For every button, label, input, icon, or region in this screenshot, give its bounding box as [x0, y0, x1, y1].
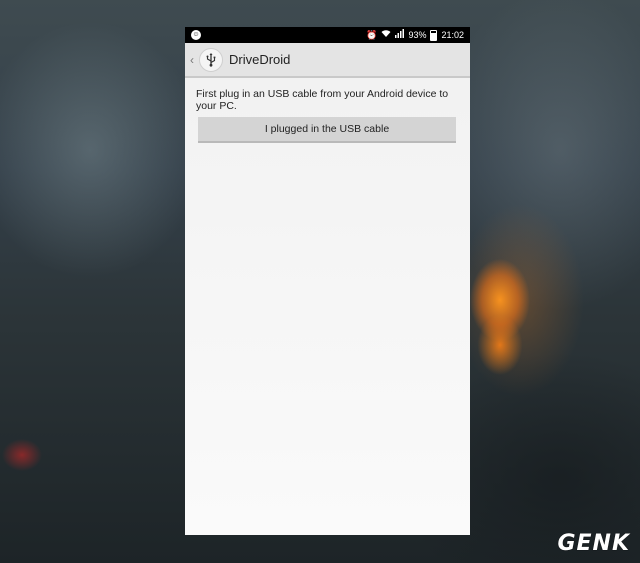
chevron-left-icon[interactable]: ‹ [187, 53, 197, 67]
android-icon: ☺ [191, 30, 201, 40]
wifi-icon [381, 29, 391, 41]
instruction-text: First plug in an USB cable from your And… [196, 88, 449, 112]
app-title: DriveDroid [229, 52, 291, 67]
usb-icon[interactable] [199, 47, 223, 72]
action-bar: ‹ DriveDroid [185, 43, 470, 78]
clock: 21:02 [441, 30, 464, 40]
status-bar: ☺ ⏰ 93% 21:02 [185, 27, 470, 43]
alarm-icon: ⏰ [366, 30, 378, 40]
watermark-logo: GENK [557, 531, 630, 556]
battery-icon [430, 29, 438, 41]
main-content: First plug in an USB cable from your And… [196, 88, 461, 143]
phone-screen: ☺ ⏰ 93% 21:02 ‹ DriveDroid First plug in… [185, 27, 470, 535]
battery-percent: 93% [408, 30, 427, 40]
status-icons: ⏰ 93% 21:02 [366, 29, 464, 41]
signal-icon [395, 29, 405, 41]
plugged-in-usb-button[interactable]: I plugged in the USB cable [198, 117, 456, 143]
